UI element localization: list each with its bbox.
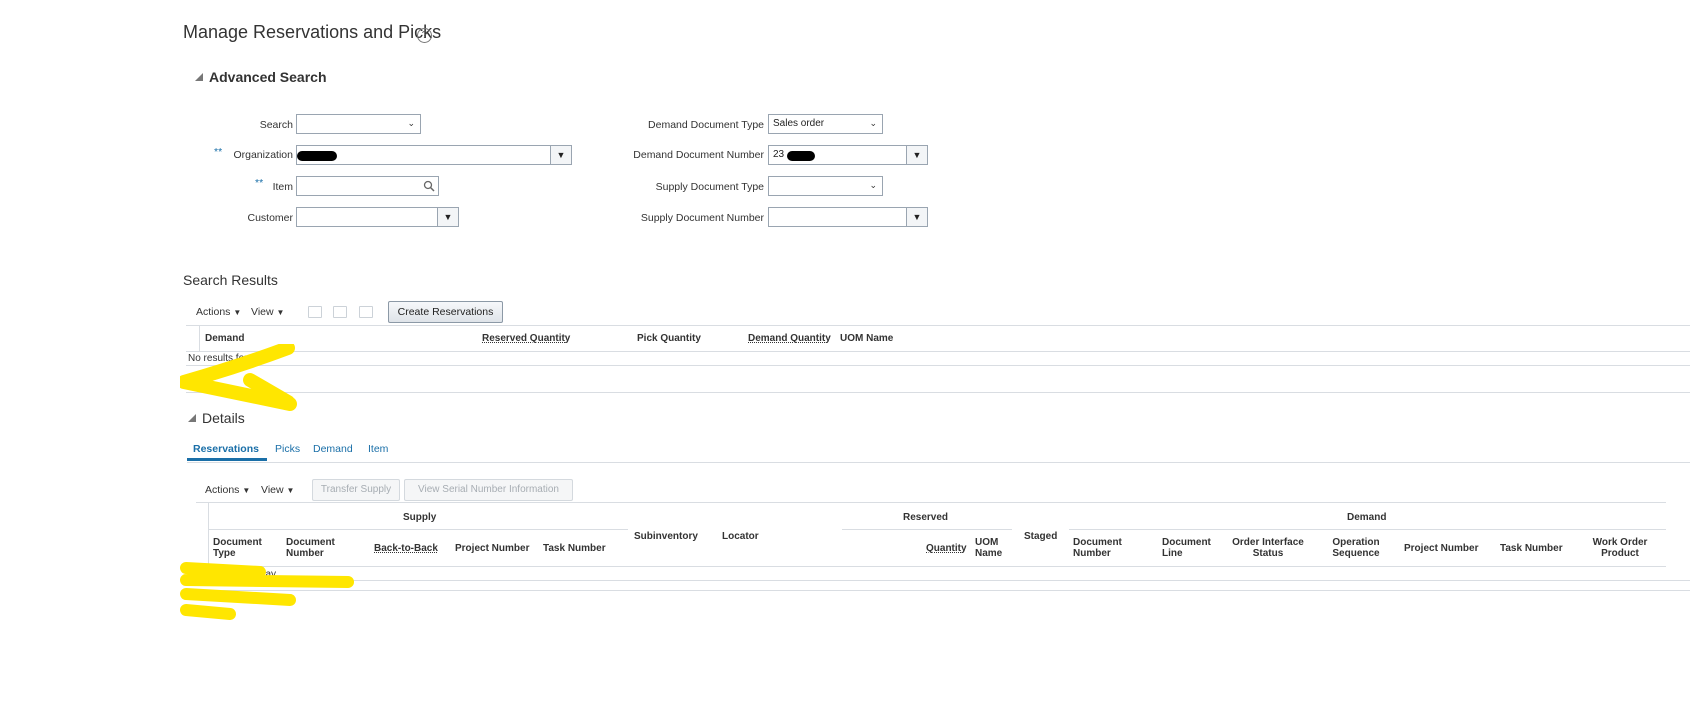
supply-document-number-label: Supply Document Number <box>640 212 764 224</box>
supply-document-type-select[interactable]: ⌄ <box>768 176 883 196</box>
divider <box>196 566 1666 567</box>
collapse-triangle-icon[interactable] <box>188 414 196 422</box>
create-reservations-button[interactable]: Create Reservations <box>388 301 503 323</box>
column-header-document-number[interactable]: Document Number <box>286 537 346 559</box>
divider <box>196 580 1690 581</box>
search-results-title: Search Results <box>183 272 278 288</box>
divider <box>186 365 1690 366</box>
advanced-search-title[interactable]: Advanced Search <box>209 69 327 85</box>
tab-item[interactable]: Item <box>368 443 388 455</box>
organization-label: Organization <box>233 149 293 161</box>
dropdown-icon[interactable]: ▼ <box>437 208 458 226</box>
column-header-uom-name[interactable]: UOM Name <box>840 333 893 344</box>
supply-document-number-field[interactable]: ▼ <box>768 207 928 227</box>
column-header-project-number[interactable]: Project Number <box>455 543 529 554</box>
customer-field[interactable]: ▼ <box>296 207 459 227</box>
demand-document-type-select[interactable]: Sales order ⌄ <box>768 114 883 134</box>
group-header-demand: Demand <box>1347 512 1387 523</box>
tab-reservations[interactable]: Reservations <box>193 443 259 455</box>
search-label: Search <box>259 119 293 131</box>
view-menu[interactable]: View ▼ <box>251 306 284 318</box>
column-header-demand-quantity[interactable]: Demand Quantity <box>748 333 831 344</box>
column-header-demand[interactable]: Demand <box>205 333 244 344</box>
freeze-icon <box>308 306 322 318</box>
page-title: Manage Reservations and Picks <box>183 22 442 42</box>
divider <box>186 351 1690 352</box>
divider <box>208 529 628 530</box>
item-label: Item <box>272 181 293 193</box>
group-header-reserved: Reserved <box>903 512 949 523</box>
actions-menu[interactable]: Actions ▼ <box>196 306 241 318</box>
annotation-arrow-icon <box>180 344 297 411</box>
wrap-icon <box>359 306 373 318</box>
search-select[interactable]: ⌄ <box>296 114 421 134</box>
transfer-supply-button[interactable]: Transfer Supply <box>312 479 400 501</box>
column-header-staged[interactable]: Staged <box>1024 531 1057 542</box>
dropdown-icon[interactable]: ▼ <box>550 146 571 164</box>
detach-icon <box>333 306 347 318</box>
view-menu[interactable]: View ▼ <box>261 484 294 496</box>
supply-document-type-label: Supply Document Type <box>655 181 764 193</box>
view-serial-number-button[interactable]: View Serial Number Information <box>404 479 573 501</box>
column-header-demand-task-number[interactable]: Task Number <box>1500 543 1563 554</box>
column-header-pick-quantity[interactable]: Pick Quantity <box>637 333 701 344</box>
column-header-task-number[interactable]: Task Number <box>543 543 606 554</box>
chevron-down-icon: ⌄ <box>869 180 877 190</box>
demand-document-number-field[interactable]: 23 ▼ <box>768 145 928 165</box>
collapse-triangle-icon[interactable] <box>195 73 203 81</box>
divider <box>186 392 1690 393</box>
caret-down-icon: ▼ <box>286 486 295 495</box>
divider <box>187 462 1690 463</box>
column-header-uom-name[interactable]: UOM Name <box>975 537 1007 559</box>
divider <box>186 325 1690 326</box>
caret-down-icon: ▼ <box>242 486 251 495</box>
column-header-order-interface-status[interactable]: Order Interface Status <box>1223 537 1313 559</box>
column-header-quantity[interactable]: Quantity <box>926 543 967 554</box>
group-header-supply: Supply <box>403 512 437 523</box>
annotation-arrow-icon <box>180 562 354 620</box>
actions-menu[interactable]: Actions ▼ <box>205 484 250 496</box>
column-header-document-type[interactable]: Document Type <box>213 537 273 559</box>
column-header-demand-project-number[interactable]: Project Number <box>1404 543 1478 554</box>
chevron-down-icon: ⌄ <box>869 118 877 128</box>
tab-demand[interactable]: Demand <box>313 443 353 455</box>
column-header-document-line[interactable]: Document Line <box>1162 537 1217 559</box>
divider <box>196 502 1666 503</box>
column-header-reserved-quantity[interactable]: Reserved Quantity <box>482 333 570 344</box>
caret-down-icon: ▼ <box>233 308 242 317</box>
caret-down-icon: ▼ <box>276 308 285 317</box>
column-header-locator[interactable]: Locator <box>722 531 759 542</box>
column-header-back-to-back[interactable]: Back-to-Back <box>374 543 438 554</box>
item-field[interactable] <box>296 176 439 196</box>
chevron-down-icon: ⌄ <box>407 118 415 128</box>
dropdown-icon[interactable]: ▼ <box>906 208 927 226</box>
column-header-subinventory[interactable]: Subinventory <box>634 531 698 542</box>
search-icon[interactable] <box>423 180 435 192</box>
divider <box>208 502 209 567</box>
active-tab-indicator <box>187 458 267 461</box>
divider <box>842 529 1012 530</box>
demand-document-type-label: Demand Document Type <box>648 119 764 131</box>
redaction-mark <box>787 151 815 161</box>
column-header-demand-document-number[interactable]: Document Number <box>1073 537 1133 559</box>
dropdown-icon[interactable]: ▼ <box>906 146 927 164</box>
demand-document-number-label: Demand Document Number <box>633 149 764 161</box>
column-header-operation-sequence[interactable]: Operation Sequence <box>1326 537 1386 559</box>
details-title[interactable]: Details <box>202 410 245 426</box>
redaction-mark <box>297 151 337 161</box>
help-icon[interactable]: ? <box>417 28 432 43</box>
column-header-work-order-product[interactable]: Work Order Product <box>1585 537 1655 559</box>
customer-label: Customer <box>247 212 293 224</box>
tab-picks[interactable]: Picks <box>275 443 300 455</box>
divider <box>196 590 1690 591</box>
divider <box>1069 529 1666 530</box>
organization-field[interactable]: ▼ <box>296 145 572 165</box>
